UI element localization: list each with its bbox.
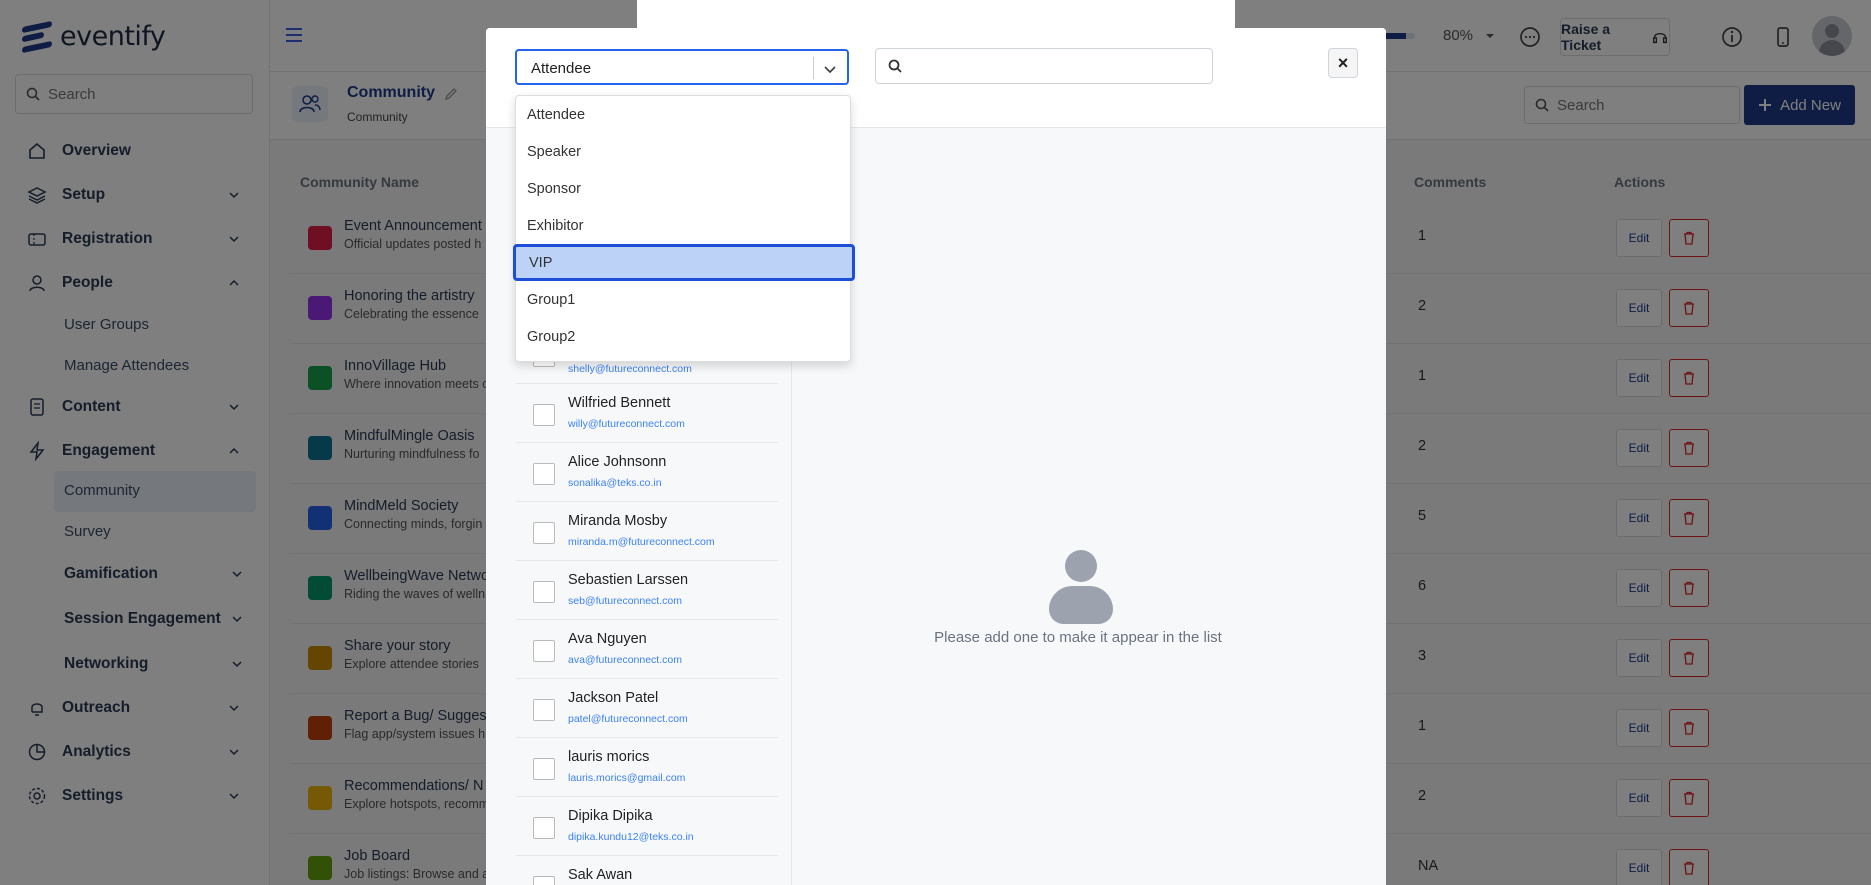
attendee-list-item[interactable]: Jackson Patel patel@futureconnect.com — [516, 679, 778, 738]
selected-panel — [792, 128, 1386, 885]
attendee-checkbox[interactable] — [533, 640, 555, 662]
attendee-name: Ava Nguyen — [568, 631, 647, 647]
attendee-list-item[interactable]: Sak Awan — [516, 856, 778, 885]
attendee-email: dipika.kundu12@teks.co.in — [568, 831, 694, 843]
attendee-name: Sak Awan — [568, 867, 633, 883]
close-button[interactable]: × — [1328, 48, 1358, 78]
attendee-checkbox[interactable] — [533, 876, 555, 885]
close-icon: × — [1337, 52, 1349, 73]
select-divider — [813, 57, 814, 79]
user-group-select[interactable]: Attendee — [515, 49, 849, 85]
attendee-list-item[interactable]: Ava Nguyen ava@futureconnect.com — [516, 620, 778, 679]
attendee-list-item[interactable]: Miranda Mosby miranda.m@futureconnect.co… — [516, 502, 778, 561]
dropdown-option-attendee[interactable]: Attendee — [516, 96, 852, 133]
attendee-name: lauris morics — [568, 749, 650, 765]
attendee-checkbox[interactable] — [533, 758, 555, 780]
attendee-checkbox[interactable] — [533, 817, 555, 839]
background-panel — [637, 0, 1235, 30]
chevron-down-icon[interactable] — [822, 61, 838, 77]
attendee-name: Miranda Mosby — [568, 513, 668, 529]
dropdown-option-group1[interactable]: Group1 — [516, 281, 852, 318]
dropdown-option-vip[interactable]: VIP — [513, 244, 855, 281]
attendee-email: ava@futureconnect.com — [568, 654, 682, 666]
dropdown-option-group2[interactable]: Group2 — [516, 318, 852, 355]
attendee-email: patel@futureconnect.com — [568, 713, 688, 725]
attendee-list-item[interactable]: Wilfried Bennett willy@futureconnect.com — [516, 384, 778, 443]
attendee-email: sonalika@teks.co.in — [568, 477, 662, 489]
select-dropdown-menu: Attendee Speaker Sponsor Exhibitor VIP Group1… — [513, 95, 855, 362]
attendee-list-item[interactable]: Alice Johnsonn sonalika@teks.co.in — [516, 443, 778, 502]
dropdown-option-exhibitor[interactable]: Exhibitor — [516, 207, 852, 244]
attendee-name: Wilfried Bennett — [568, 395, 671, 411]
dropdown-option-speaker[interactable]: Speaker — [516, 133, 852, 170]
attendee-name: Jackson Patel — [568, 690, 659, 706]
attendee-checkbox[interactable] — [533, 522, 555, 544]
attendee-email: shelly@futureconnect.com — [568, 363, 692, 375]
attendee-list-item[interactable]: lauris morics lauris.morics@gmail.com — [516, 738, 778, 797]
attendee-list-item[interactable]: Sebastien Larssen seb@futureconnect.com — [516, 561, 778, 620]
attendee-list-item[interactable]: Dipika Dipika dipika.kundu12@teks.co.in — [516, 797, 778, 856]
attendee-email: seb@futureconnect.com — [568, 595, 682, 607]
select-value: Attendee — [531, 60, 592, 77]
attendee-checkbox[interactable] — [533, 581, 555, 603]
attendee-checkbox[interactable] — [533, 699, 555, 721]
modal-search[interactable] — [875, 48, 1213, 84]
attendee-email: lauris.morics@gmail.com — [568, 772, 686, 784]
empty-user-icon — [1049, 550, 1113, 626]
modal-search-input[interactable] — [910, 58, 1210, 74]
attendee-email: miranda.m@futureconnect.com — [568, 536, 715, 548]
attendee-checkbox[interactable] — [533, 463, 555, 485]
attendee-name: Dipika Dipika — [568, 808, 653, 824]
empty-state-message: Please add one to make it appear in the … — [934, 629, 1222, 646]
attendee-name: Sebastien Larssen — [568, 572, 689, 588]
attendee-name: Alice Johnsonn — [568, 454, 667, 470]
dropdown-option-sponsor[interactable]: Sponsor — [516, 170, 852, 207]
search-icon — [888, 59, 902, 73]
attendee-checkbox[interactable] — [533, 404, 555, 426]
attendee-email: willy@futureconnect.com — [568, 418, 685, 430]
